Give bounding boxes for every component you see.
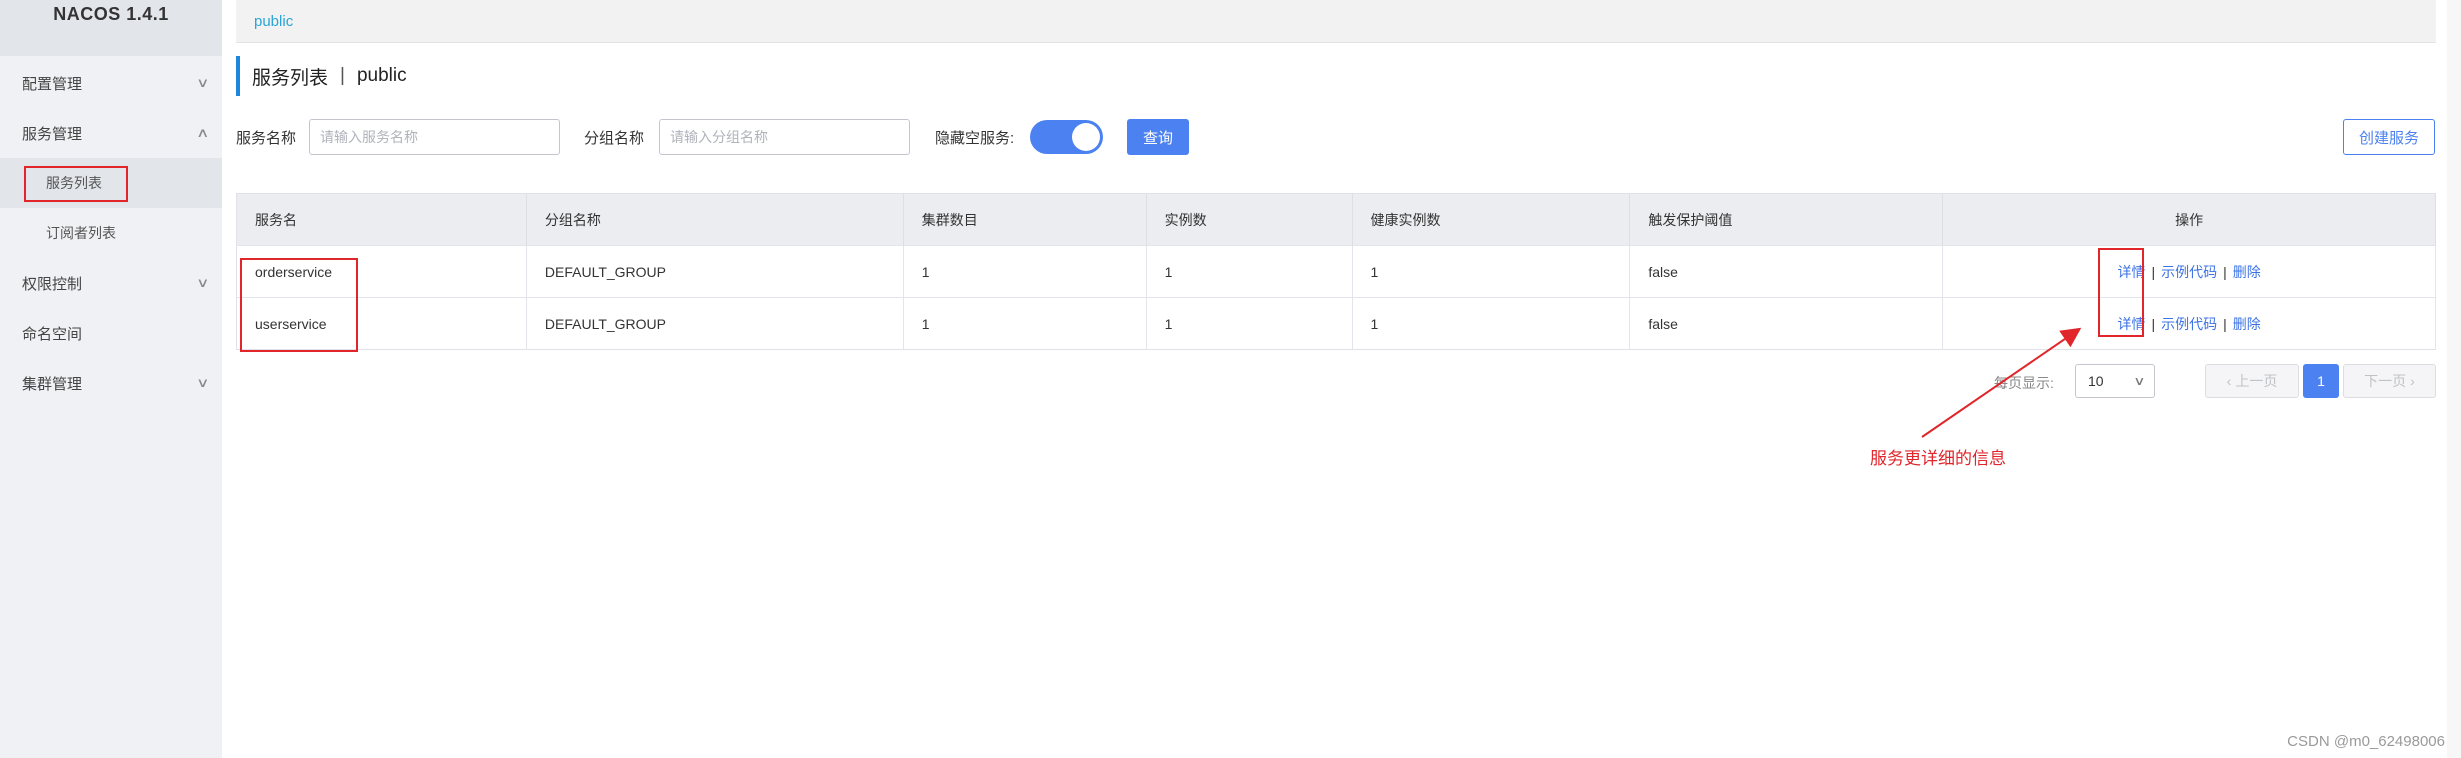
sidebar-item-label: 服务管理 — [22, 125, 83, 143]
delete-link[interactable]: 删除 — [2233, 316, 2261, 332]
chevron-down-icon: ∨ — [196, 75, 210, 90]
chevron-right-icon: › — [2410, 373, 2415, 389]
op-separator: | — [2151, 263, 2156, 280]
sidebar-item-cluster-management[interactable]: 集群管理 ∨ — [0, 358, 222, 408]
hide-empty-toggle[interactable] — [1030, 120, 1103, 154]
cell-operations: 详情 | 示例代码 | 删除 — [1942, 297, 2436, 350]
cell-cluster-count: 1 — [903, 245, 1147, 298]
cell-group-name: DEFAULT_GROUP — [526, 245, 904, 298]
next-page-label: 下一页 — [2364, 373, 2407, 389]
page-title-text: 服务列表 — [252, 67, 329, 89]
cell-instance-count: 1 — [1146, 245, 1353, 298]
sidebar-item-label: 订阅者列表 — [46, 225, 116, 241]
page-number-current[interactable]: 1 — [2303, 364, 2339, 398]
brand-logo: NACOS 1.4.1 — [0, 0, 222, 56]
page-size-value: 10 — [2088, 373, 2104, 389]
next-page-button[interactable]: 下一页 › — [2343, 364, 2436, 398]
toggle-knob — [1072, 123, 1100, 151]
chevron-left-icon: ‹ — [2226, 373, 2232, 389]
cell-group-name: DEFAULT_GROUP — [526, 297, 904, 350]
app-root: NACOS 1.4.1 配置管理 ∨ 服务管理 ∧ 服务列表 订阅者列表 权限控… — [0, 0, 2461, 758]
op-separator: | — [2223, 263, 2227, 280]
search-button[interactable]: 查询 — [1127, 119, 1189, 155]
col-header-healthy-count: 健康实例数 — [1352, 193, 1631, 246]
service-names-highlight-box — [240, 258, 358, 352]
sidebar-item-label: 集群管理 — [22, 375, 83, 393]
chevron-up-icon: ∧ — [196, 125, 210, 140]
col-header-operations: 操作 — [1942, 193, 2436, 246]
sidebar-item-label: 权限控制 — [22, 275, 83, 293]
cell-healthy-count: 1 — [1352, 245, 1631, 298]
sidebar-item-label: 命名空间 — [22, 325, 83, 343]
detail-links-highlight-box — [2098, 248, 2144, 337]
cell-operations: 详情 | 示例代码 | 删除 — [1942, 245, 2436, 298]
highlight-box — [24, 166, 128, 202]
sample-code-link[interactable]: 示例代码 — [2161, 316, 2217, 332]
sidebar-item-service-management[interactable]: 服务管理 ∧ — [0, 108, 222, 158]
cell-healthy-count: 1 — [1352, 297, 1631, 350]
watermark: CSDN @m0_62498006 — [2287, 733, 2445, 750]
prev-page-button[interactable]: ‹ 上一页 — [2205, 364, 2299, 398]
service-name-label: 服务名称 — [236, 130, 297, 147]
page-title: 服务列表 | public — [236, 56, 407, 96]
sidebar-item-access-control[interactable]: 权限控制 ∨ — [0, 258, 222, 308]
sidebar-item-label: 配置管理 — [22, 75, 83, 93]
sidebar: NACOS 1.4.1 配置管理 ∨ 服务管理 ∧ 服务列表 订阅者列表 权限控… — [0, 0, 222, 758]
group-name-input[interactable] — [659, 119, 910, 155]
annotation-text: 服务更详细的信息 — [1870, 449, 2006, 468]
table-header-row: 服务名 分组名称 集群数目 实例数 健康实例数 触发保护阈值 操作 — [236, 193, 2436, 246]
op-separator: | — [2223, 315, 2227, 332]
col-header-group-name: 分组名称 — [526, 193, 904, 246]
col-header-service-name: 服务名 — [236, 193, 527, 246]
chevron-down-icon: ∨ — [2133, 374, 2146, 388]
cell-protect-threshold: false — [1629, 245, 1944, 298]
chevron-down-icon: ∨ — [196, 275, 210, 290]
cell-instance-count: 1 — [1146, 297, 1353, 350]
delete-link[interactable]: 删除 — [2233, 264, 2261, 280]
prev-page-label: 上一页 — [2235, 373, 2278, 389]
namespace-link[interactable]: public — [254, 13, 293, 30]
col-header-cluster-count: 集群数目 — [903, 193, 1147, 246]
col-header-protect-threshold: 触发保护阈值 — [1629, 193, 1944, 246]
group-name-label: 分组名称 — [584, 130, 645, 147]
hide-empty-label: 隐藏空服务: — [935, 130, 1015, 147]
page-namespace: public — [356, 65, 407, 86]
chevron-down-icon: ∨ — [196, 375, 210, 390]
service-name-input[interactable] — [309, 119, 560, 155]
sidebar-item-config-management[interactable]: 配置管理 ∨ — [0, 58, 222, 108]
cell-protect-threshold: false — [1629, 297, 1944, 350]
page-size-label: 每页显示: — [1994, 375, 2054, 391]
sidebar-item-namespace[interactable]: 命名空间 — [0, 308, 222, 358]
cell-cluster-count: 1 — [903, 297, 1147, 350]
create-service-button[interactable]: 创建服务 — [2343, 119, 2435, 155]
op-separator: | — [2151, 315, 2156, 332]
namespace-bar: public — [236, 0, 2436, 43]
title-separator: | — [340, 65, 345, 86]
scrollbar[interactable] — [2447, 0, 2461, 758]
sidebar-item-service-list[interactable]: 服务列表 — [0, 158, 222, 208]
page-size-select[interactable]: 10 ∨ — [2075, 364, 2155, 398]
col-header-instance-count: 实例数 — [1146, 193, 1353, 246]
sample-code-link[interactable]: 示例代码 — [2161, 264, 2217, 280]
sidebar-item-subscriber-list[interactable]: 订阅者列表 — [0, 208, 222, 258]
